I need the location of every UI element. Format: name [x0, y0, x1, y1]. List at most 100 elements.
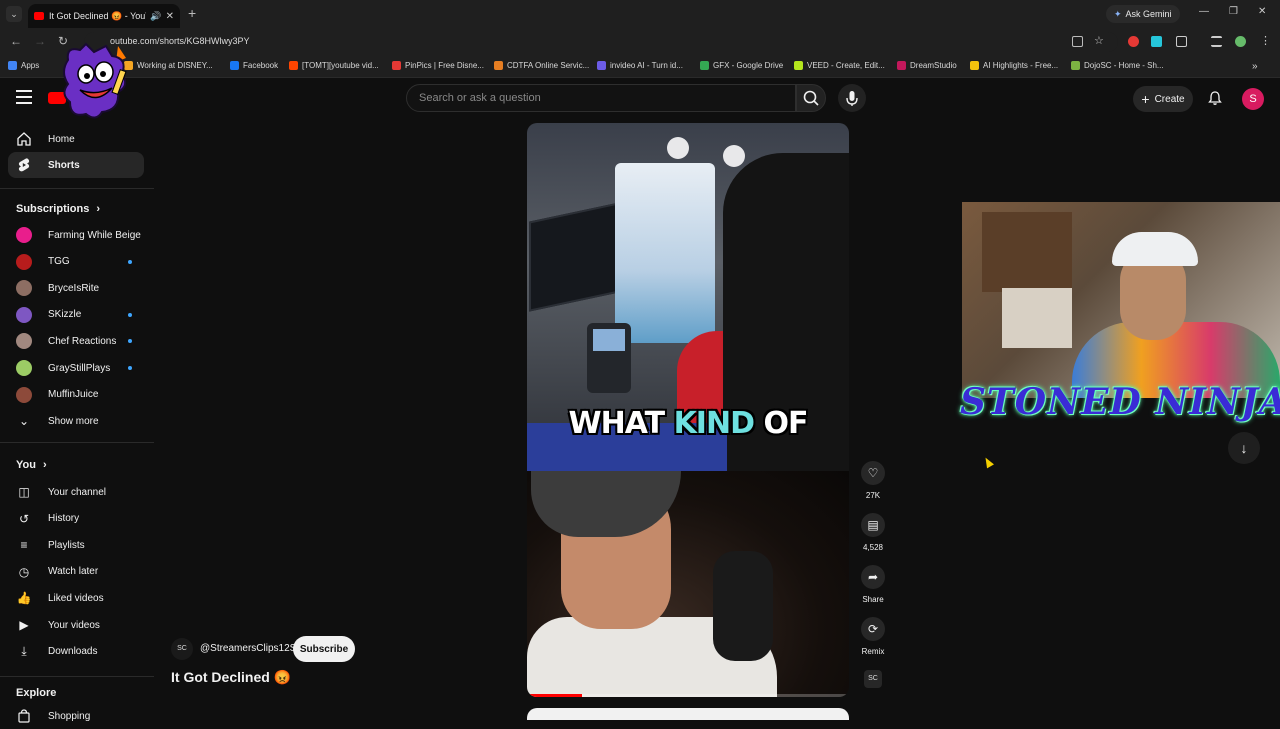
sidebar-item[interactable]: ⤓ Downloads: [8, 639, 144, 665]
subscription-item[interactable]: TGG: [8, 249, 144, 275]
bookmark-item[interactable]: invideo AI - Turn id...: [597, 61, 683, 70]
forward-icon[interactable]: →: [34, 34, 46, 48]
ask-gemini-button[interactable]: ✦ Ask Gemini: [1106, 5, 1180, 23]
address-bar[interactable]: outube.com/shorts/KG8HWlwy3PY: [84, 32, 1118, 52]
bookmark-item[interactable]: PinPics | Free Disne...: [392, 61, 484, 70]
bookmark-label: AI Highlights - Free...: [983, 61, 1059, 70]
bookmark-favicon-icon: [700, 61, 709, 70]
channel-icon: ◫: [18, 485, 30, 499]
comments-action[interactable]: ▤ 4,528: [861, 513, 885, 552]
subscription-label: BryceIsRite: [48, 282, 100, 294]
bookmark-label: DojoSC - Home - Sh...: [1084, 61, 1164, 70]
like-heart-icon[interactable]: ♡: [861, 461, 885, 485]
media-controls-icon[interactable]: [1211, 36, 1222, 47]
browser-tab-active[interactable]: It Got Declined 😡 - YouTube 🔊 ✕: [28, 4, 180, 28]
channel-handle[interactable]: @StreamersClips12S: [200, 643, 296, 654]
notifications-bell-icon[interactable]: [1207, 90, 1223, 109]
remix-icon[interactable]: ⟳: [861, 617, 885, 641]
sidebar-item-label: Liked videos: [48, 592, 104, 604]
share-action[interactable]: ➦ Share: [861, 565, 885, 604]
next-video-arrow-icon[interactable]: ↓: [1228, 432, 1260, 464]
sidebar-item[interactable]: ◫ Your channel: [8, 479, 144, 505]
browser-menu-icon[interactable]: ⋮: [1260, 34, 1271, 47]
sidebar-divider: [0, 188, 154, 189]
subscription-item[interactable]: Chef Reactions: [8, 328, 144, 354]
bookmark-favicon-icon: [970, 61, 979, 70]
maximize-icon[interactable]: ❐: [1229, 6, 1238, 17]
bookmark-item[interactable]: Working at DISNEY...: [124, 61, 213, 70]
bookmark-item[interactable]: Facebook: [230, 61, 278, 70]
subscribe-button[interactable]: Subscribe: [293, 636, 355, 662]
subscription-item[interactable]: BryceIsRite: [8, 275, 144, 301]
tab-search-chevron-icon[interactable]: ⌄: [6, 6, 22, 22]
you-heading[interactable]: You ›: [16, 459, 47, 471]
bookmark-star-icon[interactable]: ☆: [1094, 34, 1105, 47]
caption-highlight-word: KIND: [673, 406, 755, 441]
extensions-puzzle-icon[interactable]: [1176, 36, 1187, 47]
create-button[interactable]: + Create: [1133, 86, 1193, 112]
remix-label: Remix: [861, 647, 885, 656]
search-button[interactable]: [796, 84, 826, 112]
subscription-item[interactable]: Farming While Beige: [8, 222, 144, 248]
bookmark-item[interactable]: Apps: [8, 61, 39, 70]
hamburger-menu-icon[interactable]: [16, 90, 32, 104]
sidebar-item-shopping[interactable]: Shopping: [8, 703, 144, 729]
subscription-item[interactable]: GrayStillPlays: [8, 355, 144, 381]
extension-red-icon[interactable]: [1128, 36, 1139, 47]
voice-search-button[interactable]: [838, 84, 866, 112]
install-app-icon[interactable]: [1072, 36, 1083, 47]
sidebar-item[interactable]: 👍 Liked videos: [8, 585, 144, 611]
next-short-preview[interactable]: [527, 708, 849, 720]
short-title[interactable]: It Got Declined 😡: [171, 669, 291, 686]
subscriptions-heading[interactable]: Subscriptions ›: [16, 203, 100, 215]
show-more-label: Show more: [48, 415, 99, 427]
channel-avatar[interactable]: SC: [171, 638, 193, 660]
watch-later-icon: ◷: [18, 564, 30, 579]
close-tab-icon[interactable]: ✕: [166, 11, 174, 22]
subscription-item[interactable]: MuffinJuice: [8, 382, 144, 408]
home-icon: [16, 131, 32, 147]
back-icon[interactable]: ←: [10, 34, 22, 48]
like-action[interactable]: ♡ 27K: [861, 461, 885, 500]
share-arrow-icon[interactable]: ➦: [861, 565, 885, 589]
bookmark-item[interactable]: GFX - Google Drive: [700, 61, 783, 70]
sidebar: Home Shorts Subscriptions › Farming Whil…: [0, 120, 154, 723]
comment-icon[interactable]: ▤: [861, 513, 885, 537]
bookmark-item[interactable]: CDTFA Online Servic...: [494, 61, 589, 70]
short-video-player[interactable]: WHAT KIND OF: [527, 123, 849, 697]
bookmark-label: DreamStudio: [910, 61, 957, 70]
sidebar-item[interactable]: ↺ History: [8, 506, 144, 532]
more-bookmarks-icon[interactable]: »: [1252, 61, 1258, 72]
sidebar-item-label: Playlists: [48, 539, 85, 551]
sidebar-divider: [0, 442, 154, 443]
your-videos-icon: ▶: [19, 618, 29, 632]
extension-blue-icon[interactable]: [1151, 36, 1162, 47]
bookmark-item[interactable]: [TOMT][youtube vid...: [289, 61, 379, 70]
close-window-icon[interactable]: ✕: [1258, 6, 1266, 17]
sidebar-item[interactable]: ◷ Watch later: [8, 559, 144, 585]
new-tab-icon[interactable]: +: [188, 5, 196, 21]
sidebar-item[interactable]: ≡ Playlists: [8, 532, 144, 558]
bookmark-item[interactable]: AI Highlights - Free...: [970, 61, 1058, 70]
bookmark-favicon-icon: [392, 61, 401, 70]
audio-playing-icon[interactable]: 🔊: [150, 11, 161, 22]
audio-source-thumbnail[interactable]: SC: [864, 670, 882, 688]
search-input[interactable]: Search or ask a question: [406, 84, 796, 112]
bookmark-label: GFX - Google Drive: [713, 61, 784, 70]
video-progress-bar[interactable]: [527, 694, 849, 697]
sidebar-item-home[interactable]: Home: [8, 126, 144, 152]
remix-action[interactable]: ⟳ Remix: [861, 617, 885, 656]
sidebar-item-shorts[interactable]: Shorts: [8, 152, 144, 178]
search-icon: [803, 90, 819, 106]
subscription-item[interactable]: SKizzle: [8, 302, 144, 328]
sidebar-item[interactable]: ▶ Your videos: [8, 612, 144, 638]
sidebar-item-label: History: [48, 513, 80, 525]
account-avatar[interactable]: S: [1242, 88, 1264, 110]
bookmark-item[interactable]: DreamStudio: [897, 61, 957, 70]
bookmark-item[interactable]: DojoSC - Home - Sh...: [1071, 61, 1164, 70]
minimize-icon[interactable]: —: [1199, 6, 1209, 17]
bookmark-item[interactable]: VEED - Create, Edit...: [794, 61, 885, 70]
show-more-button[interactable]: ⌄ Show more: [8, 408, 144, 434]
profile-icon[interactable]: [1235, 36, 1246, 47]
mouse-cursor-icon: [982, 455, 994, 469]
